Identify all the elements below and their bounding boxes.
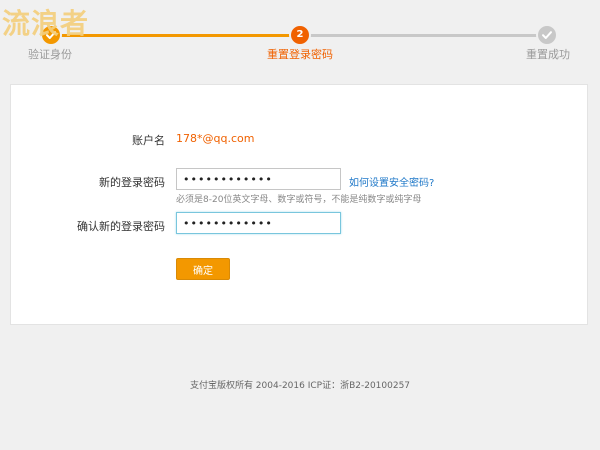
reset-password-form: 账户名 178*@qq.com 新的登录密码 如何设置安全密码? 必须是8-20… [10,84,588,325]
step-3-pending-icon [536,24,558,46]
new-password-field[interactable] [176,168,341,190]
step-label-verify-identity: 验证身份 [28,48,72,61]
account-value: 178*@qq.com [176,132,255,145]
confirm-button[interactable]: 确定 [176,258,230,280]
password-hint: 必须是8-20位英文字母、数字或符号，不能是纯数字或纯字母 [176,195,422,205]
footer-copyright: 支付宝版权所有 2004-2016 ICP证：浙B2-20100257 [189,381,411,391]
confirm-password-label: 确认新的登录密码 [77,220,165,233]
step-label-reset-password: 重置登录密码 [267,48,333,61]
step-2-active-indicator: 2 [289,24,311,46]
step-number: 2 [296,29,304,40]
step-line-completed [60,34,296,37]
checkmark-icon [542,31,552,39]
account-label: 账户名 [132,134,165,147]
watermark: 流浪者 [2,7,90,40]
new-password-label: 新的登录密码 [99,176,165,189]
step-line-pending [306,34,538,37]
progress-stepper: 2 验证身份 重置登录密码 重置成功 [0,0,600,80]
step-label-reset-success: 重置成功 [526,48,570,61]
password-help-link[interactable]: 如何设置安全密码? [349,174,434,189]
confirm-password-field[interactable] [176,212,341,234]
